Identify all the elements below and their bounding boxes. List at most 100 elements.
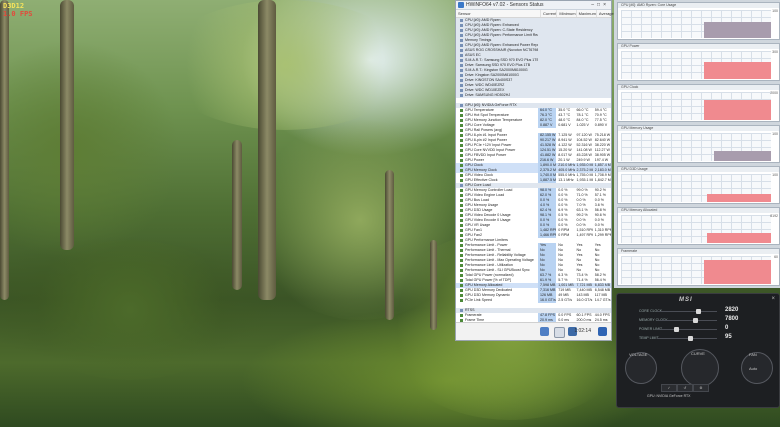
sensor-name-text: GPU Rail Powers (avg) xyxy=(465,128,503,132)
fan-value: Auto xyxy=(749,366,758,371)
slider-handle[interactable] xyxy=(687,336,693,341)
sensor-name-text: GPU VR Usage xyxy=(465,223,491,227)
sensor-icon xyxy=(460,128,463,132)
sensor-name-text: GPU [#0]: NVIDIA GeForce RTX xyxy=(465,103,517,107)
hwinfo-title-bar[interactable]: HWiNFO64 v7.02 - Sensors Status –□× xyxy=(456,1,611,10)
sensor-graph-panel[interactable]: Framerate 60 xyxy=(617,248,780,286)
graph-fill xyxy=(706,232,771,243)
column-header[interactable]: Sensor xyxy=(456,10,540,17)
sensor-icon xyxy=(460,283,463,287)
reset-button[interactable]: ↺ xyxy=(677,384,693,392)
graph-max-label: 60 xyxy=(774,255,778,259)
graph-title: GPU Power xyxy=(618,44,779,49)
sensor-group-icon xyxy=(460,68,463,72)
graph-plot xyxy=(621,92,771,120)
sensor-name-text: GPU Hot Spot Temperature xyxy=(465,113,509,117)
sensor-icon xyxy=(460,203,463,207)
sensor-name-text: Drive: WDC WD10EZEX xyxy=(465,88,505,92)
graph-max-label: 100 xyxy=(772,132,778,136)
sensor-icon xyxy=(460,278,463,282)
close-icon[interactable]: × xyxy=(771,296,775,302)
slider-handle[interactable] xyxy=(673,327,679,332)
graph-plot xyxy=(621,51,771,79)
afterburner-logo: MSI xyxy=(679,297,693,303)
afterburner-slider[interactable]: MEMORY CLOCK 7800 xyxy=(639,316,759,324)
sensor-icon xyxy=(460,163,463,167)
settings-button[interactable]: ⚙ xyxy=(693,384,709,392)
sensor-icon xyxy=(460,223,463,227)
slider-handle[interactable] xyxy=(696,309,702,314)
reset-icon[interactable] xyxy=(540,327,549,336)
column-header[interactable]: Average xyxy=(595,10,614,17)
sensor-name-text: GPU Video Encode 0 Usage xyxy=(465,218,511,222)
graph-max-label: 100 xyxy=(772,173,778,177)
hwinfo-sensors-window: HWiNFO64 v7.02 - Sensors Status –□× Sens… xyxy=(455,0,614,341)
afterburner-slider[interactable]: CORE CLOCK 2820 xyxy=(639,307,759,315)
sensor-icon xyxy=(460,218,463,222)
slider-handle[interactable] xyxy=(693,318,699,323)
slider-track[interactable] xyxy=(657,329,717,330)
sensor-icon xyxy=(460,198,463,202)
slider-track[interactable] xyxy=(657,320,717,321)
sensor-icon xyxy=(460,113,463,117)
apply-button[interactable]: ✓ xyxy=(661,384,677,392)
sensor-name-text: GPU Fan2 xyxy=(465,233,482,237)
sensor-icon xyxy=(460,298,463,302)
graph-fill xyxy=(706,193,771,202)
sensor-group-icon xyxy=(460,103,463,107)
sensor-group-icon xyxy=(460,308,463,312)
sensor-name-text: Performance Limit - Reliability Voltage xyxy=(465,253,526,257)
graph-plot xyxy=(621,215,771,243)
sensor-icon xyxy=(460,138,463,142)
sensor-name-text: GPU FBVDD Input Power xyxy=(465,153,507,157)
sensor-name-text: CPU [#0]: AMD Ryzen: C-State Residency xyxy=(465,28,533,32)
fps-overlay: D3D12 1.0 FPS xyxy=(3,2,33,18)
sensor-name-text: Total GPU Power (normalized) xyxy=(465,273,514,277)
sensor-name-text: ASUS EC xyxy=(465,53,481,57)
close-icon[interactable] xyxy=(598,327,607,336)
sensor-icon xyxy=(460,228,463,232)
graph-title: Framerate xyxy=(618,249,779,254)
sensor-icon xyxy=(460,108,463,112)
sensor-icon xyxy=(460,248,463,252)
sensor-group-icon xyxy=(460,73,463,77)
column-header[interactable]: Current xyxy=(540,10,556,17)
graph-max-label: 2000 xyxy=(770,91,778,95)
sensor-name-text: S.M.A.R.T.: Samsung SSD 970 EVO Plus 1TB xyxy=(465,58,538,62)
graph-plot xyxy=(621,174,771,202)
sensor-name-text: Drive: Samsung SSD 970 EVO Plus 1TB xyxy=(465,63,531,67)
hwinfo-app-icon xyxy=(458,2,464,8)
sensor-icon xyxy=(460,178,463,182)
hwinfo-uptime: 1:02:14 xyxy=(574,328,591,334)
column-header[interactable]: Maximum xyxy=(575,10,596,17)
column-header[interactable]: Minimum xyxy=(556,10,576,17)
hwinfo-title: HWiNFO64 v7.02 - Sensors Status xyxy=(466,2,544,8)
graph-title: GPU Clock xyxy=(618,85,779,90)
sensor-name-text: CPU [#0]: AMD Ryzen: Performance Limit R… xyxy=(465,33,538,37)
window-controls[interactable]: –□× xyxy=(591,1,609,9)
sensor-graphs-area: CPU [#0]: AMD Ryzen: Core Usage 100 GPU Po… xyxy=(614,0,780,288)
afterburner-slider[interactable]: TEMP LIMIT 95 xyxy=(639,334,759,342)
afterburner-slider[interactable]: POWER LIMIT 0 xyxy=(639,325,759,333)
sensor-graph-panel[interactable]: GPU Clock 2000 xyxy=(617,84,780,122)
sensor-name-text: GPU Effective Clock xyxy=(465,178,498,182)
sensor-name-text: GPU Video Decode 0 Usage xyxy=(465,213,511,217)
hwinfo-toolbar: 1:02:14 xyxy=(456,322,611,340)
sensor-graph-panel[interactable]: CPU [#0]: AMD Ryzen: Core Usage 100 xyxy=(617,2,780,40)
hwinfo-sensor-list[interactable]: CPU [#0]: AMD Ryzen CPU [#0]: AMD Ryzen: … xyxy=(456,18,611,334)
sensor-graph-panel[interactable]: GPU Memory Allocated 8192 xyxy=(617,207,780,245)
sensor-name-text: Memory Timings xyxy=(465,38,492,42)
sensor-icon xyxy=(460,123,463,127)
sensor-graph-panel[interactable]: GPU Memory Usage 100 xyxy=(617,125,780,163)
sensor-graph-panel[interactable]: GPU D3D Usage 100 xyxy=(617,166,780,204)
sensor-graph-panel[interactable]: GPU Power 300 xyxy=(617,43,780,81)
sensor-name-text: GPU Core NVVDD Input Power xyxy=(465,148,516,152)
graph-title: GPU D3D Usage xyxy=(618,167,779,172)
sensor-icon xyxy=(460,118,463,122)
graph-fill xyxy=(703,61,771,79)
sensor-name-text: CPU [#0]: AMD Ryzen: Enhanced xyxy=(465,23,519,27)
layout-icon[interactable] xyxy=(554,327,565,338)
slider-track[interactable] xyxy=(657,311,717,312)
sensor-group-icon xyxy=(460,58,463,62)
fps-overlay-unit: FPS xyxy=(19,10,33,18)
